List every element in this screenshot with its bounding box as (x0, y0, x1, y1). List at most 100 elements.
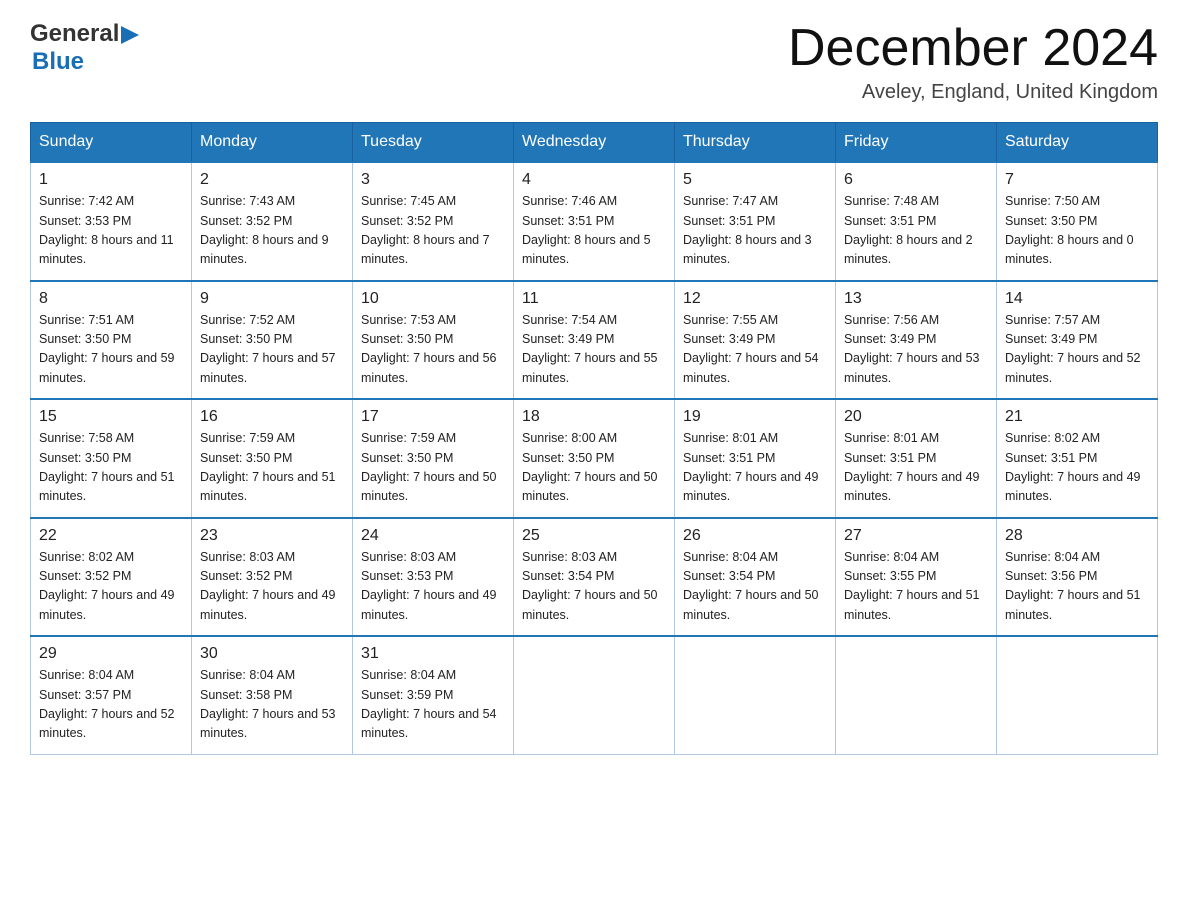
day-info: Sunrise: 8:04 AMSunset: 3:58 PMDaylight:… (200, 668, 336, 740)
cell-week3-day1: 16 Sunrise: 7:59 AMSunset: 3:50 PMDaylig… (192, 399, 353, 518)
day-info: Sunrise: 8:03 AMSunset: 3:52 PMDaylight:… (200, 550, 336, 622)
day-info: Sunrise: 7:57 AMSunset: 3:49 PMDaylight:… (1005, 313, 1141, 385)
day-info: Sunrise: 7:51 AMSunset: 3:50 PMDaylight:… (39, 313, 175, 385)
day-info: Sunrise: 8:04 AMSunset: 3:56 PMDaylight:… (1005, 550, 1141, 622)
cell-week1-day3: 4 Sunrise: 7:46 AMSunset: 3:51 PMDayligh… (514, 162, 675, 281)
cell-week3-day0: 15 Sunrise: 7:58 AMSunset: 3:50 PMDaylig… (31, 399, 192, 518)
day-info: Sunrise: 7:50 AMSunset: 3:50 PMDaylight:… (1005, 194, 1134, 266)
cell-week4-day2: 24 Sunrise: 8:03 AMSunset: 3:53 PMDaylig… (353, 518, 514, 637)
cell-week3-day6: 21 Sunrise: 8:02 AMSunset: 3:51 PMDaylig… (997, 399, 1158, 518)
day-number: 17 (361, 408, 505, 426)
day-number: 27 (844, 527, 988, 545)
day-info: Sunrise: 8:00 AMSunset: 3:50 PMDaylight:… (522, 431, 658, 503)
calendar-header: SundayMondayTuesdayWednesdayThursdayFrid… (31, 123, 1158, 163)
cell-week2-day0: 8 Sunrise: 7:51 AMSunset: 3:50 PMDayligh… (31, 281, 192, 400)
day-info: Sunrise: 7:53 AMSunset: 3:50 PMDaylight:… (361, 313, 497, 385)
header-tuesday: Tuesday (353, 123, 514, 163)
logo-arrow-icon (121, 26, 139, 44)
week-row-1: 1 Sunrise: 7:42 AMSunset: 3:53 PMDayligh… (31, 162, 1158, 281)
cell-week2-day2: 10 Sunrise: 7:53 AMSunset: 3:50 PMDaylig… (353, 281, 514, 400)
cell-week5-day0: 29 Sunrise: 8:04 AMSunset: 3:57 PMDaylig… (31, 636, 192, 754)
cell-week2-day4: 12 Sunrise: 7:55 AMSunset: 3:49 PMDaylig… (675, 281, 836, 400)
page-header: General Blue December 2024 Aveley, Engla… (30, 20, 1158, 104)
day-number: 20 (844, 408, 988, 426)
cell-week1-day1: 2 Sunrise: 7:43 AMSunset: 3:52 PMDayligh… (192, 162, 353, 281)
day-info: Sunrise: 7:59 AMSunset: 3:50 PMDaylight:… (361, 431, 497, 503)
header-sunday: Sunday (31, 123, 192, 163)
header-saturday: Saturday (997, 123, 1158, 163)
day-number: 29 (39, 645, 183, 663)
day-number: 14 (1005, 290, 1149, 308)
day-number: 8 (39, 290, 183, 308)
cell-week2-day3: 11 Sunrise: 7:54 AMSunset: 3:49 PMDaylig… (514, 281, 675, 400)
day-number: 16 (200, 408, 344, 426)
weekday-header-row: SundayMondayTuesdayWednesdayThursdayFrid… (31, 123, 1158, 163)
day-number: 6 (844, 171, 988, 189)
day-number: 25 (522, 527, 666, 545)
day-info: Sunrise: 8:04 AMSunset: 3:54 PMDaylight:… (683, 550, 819, 622)
day-info: Sunrise: 8:04 AMSunset: 3:59 PMDaylight:… (361, 668, 497, 740)
cell-week5-day4 (675, 636, 836, 754)
day-info: Sunrise: 7:47 AMSunset: 3:51 PMDaylight:… (683, 194, 812, 266)
day-number: 23 (200, 527, 344, 545)
day-info: Sunrise: 8:04 AMSunset: 3:55 PMDaylight:… (844, 550, 980, 622)
day-number: 3 (361, 171, 505, 189)
cell-week3-day2: 17 Sunrise: 7:59 AMSunset: 3:50 PMDaylig… (353, 399, 514, 518)
day-info: Sunrise: 7:55 AMSunset: 3:49 PMDaylight:… (683, 313, 819, 385)
cell-week3-day4: 19 Sunrise: 8:01 AMSunset: 3:51 PMDaylig… (675, 399, 836, 518)
cell-week2-day6: 14 Sunrise: 7:57 AMSunset: 3:49 PMDaylig… (997, 281, 1158, 400)
calendar-body: 1 Sunrise: 7:42 AMSunset: 3:53 PMDayligh… (31, 162, 1158, 754)
day-info: Sunrise: 7:42 AMSunset: 3:53 PMDaylight:… (39, 194, 174, 266)
cell-week4-day4: 26 Sunrise: 8:04 AMSunset: 3:54 PMDaylig… (675, 518, 836, 637)
day-number: 21 (1005, 408, 1149, 426)
cell-week5-day1: 30 Sunrise: 8:04 AMSunset: 3:58 PMDaylig… (192, 636, 353, 754)
day-number: 31 (361, 645, 505, 663)
day-number: 2 (200, 171, 344, 189)
location: Aveley, England, United Kingdom (788, 81, 1158, 104)
cell-week1-day6: 7 Sunrise: 7:50 AMSunset: 3:50 PMDayligh… (997, 162, 1158, 281)
day-number: 10 (361, 290, 505, 308)
day-info: Sunrise: 7:45 AMSunset: 3:52 PMDaylight:… (361, 194, 490, 266)
day-info: Sunrise: 7:46 AMSunset: 3:51 PMDaylight:… (522, 194, 651, 266)
day-number: 11 (522, 290, 666, 308)
day-number: 4 (522, 171, 666, 189)
day-number: 1 (39, 171, 183, 189)
cell-week4-day1: 23 Sunrise: 8:03 AMSunset: 3:52 PMDaylig… (192, 518, 353, 637)
day-number: 13 (844, 290, 988, 308)
cell-week1-day2: 3 Sunrise: 7:45 AMSunset: 3:52 PMDayligh… (353, 162, 514, 281)
day-number: 15 (39, 408, 183, 426)
day-info: Sunrise: 7:48 AMSunset: 3:51 PMDaylight:… (844, 194, 973, 266)
title-section: December 2024 Aveley, England, United Ki… (788, 20, 1158, 104)
day-info: Sunrise: 7:56 AMSunset: 3:49 PMDaylight:… (844, 313, 980, 385)
cell-week3-day5: 20 Sunrise: 8:01 AMSunset: 3:51 PMDaylig… (836, 399, 997, 518)
cell-week5-day6 (997, 636, 1158, 754)
day-info: Sunrise: 7:58 AMSunset: 3:50 PMDaylight:… (39, 431, 175, 503)
cell-week1-day4: 5 Sunrise: 7:47 AMSunset: 3:51 PMDayligh… (675, 162, 836, 281)
logo: General Blue (30, 20, 139, 76)
day-info: Sunrise: 8:04 AMSunset: 3:57 PMDaylight:… (39, 668, 175, 740)
day-info: Sunrise: 8:02 AMSunset: 3:52 PMDaylight:… (39, 550, 175, 622)
week-row-4: 22 Sunrise: 8:02 AMSunset: 3:52 PMDaylig… (31, 518, 1158, 637)
cell-week4-day5: 27 Sunrise: 8:04 AMSunset: 3:55 PMDaylig… (836, 518, 997, 637)
cell-week3-day3: 18 Sunrise: 8:00 AMSunset: 3:50 PMDaylig… (514, 399, 675, 518)
day-info: Sunrise: 8:02 AMSunset: 3:51 PMDaylight:… (1005, 431, 1141, 503)
day-number: 9 (200, 290, 344, 308)
day-info: Sunrise: 7:59 AMSunset: 3:50 PMDaylight:… (200, 431, 336, 503)
header-monday: Monday (192, 123, 353, 163)
day-info: Sunrise: 7:43 AMSunset: 3:52 PMDaylight:… (200, 194, 329, 266)
day-number: 19 (683, 408, 827, 426)
logo-blue: Blue (30, 48, 84, 76)
day-number: 7 (1005, 171, 1149, 189)
day-info: Sunrise: 7:52 AMSunset: 3:50 PMDaylight:… (200, 313, 336, 385)
month-title: December 2024 (788, 20, 1158, 77)
day-info: Sunrise: 8:01 AMSunset: 3:51 PMDaylight:… (844, 431, 980, 503)
week-row-5: 29 Sunrise: 8:04 AMSunset: 3:57 PMDaylig… (31, 636, 1158, 754)
calendar-table: SundayMondayTuesdayWednesdayThursdayFrid… (30, 122, 1158, 755)
day-number: 18 (522, 408, 666, 426)
logo-general: General (30, 20, 119, 48)
day-number: 28 (1005, 527, 1149, 545)
day-info: Sunrise: 8:03 AMSunset: 3:54 PMDaylight:… (522, 550, 658, 622)
cell-week4-day3: 25 Sunrise: 8:03 AMSunset: 3:54 PMDaylig… (514, 518, 675, 637)
cell-week4-day0: 22 Sunrise: 8:02 AMSunset: 3:52 PMDaylig… (31, 518, 192, 637)
day-number: 12 (683, 290, 827, 308)
